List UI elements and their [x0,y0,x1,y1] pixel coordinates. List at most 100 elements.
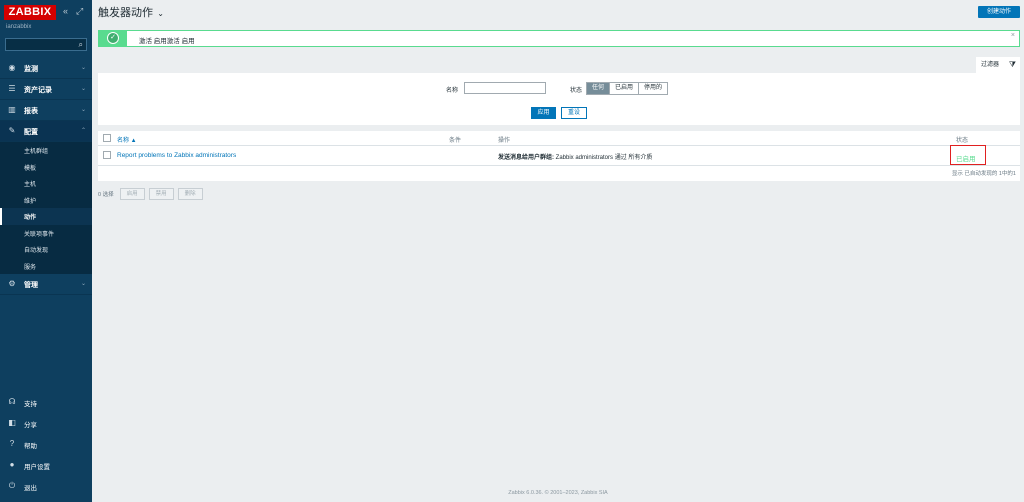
gear-icon: ⚙ [8,279,16,288]
operations-rest: Zabbix administrators 通过 所有介质 [554,155,653,161]
create-action-button[interactable]: 创建动作 [978,6,1020,18]
menu-item-label: 配置 [24,129,38,136]
check-icon: ✓ [107,32,119,44]
menu-item-label: 分享 [24,422,37,429]
bottom-menu: ☊ 支持 ◧ 分享 ? 帮助 ● 用户设置 ⏻ 退出 [0,392,92,497]
chevron-down-icon: ⌄ [80,281,86,287]
main-content: 触发器动作 ⌄ 创建动作 ✓ 激活 启用激活 启用 × 过滤器 ⧩ 名称 状态 … [92,0,1024,502]
configuration-submenu: 主机群组 模板 主机 维护 动作 关联项事件 自动发现 服务 [0,142,92,274]
column-header-name[interactable]: 名称 ▲ [117,135,137,144]
chart-icon: ▥ [8,105,16,114]
zabbix-logo[interactable]: ZABBIX [4,5,56,20]
submenu-label: 动作 [24,215,37,221]
menu-item-inventory[interactable]: ☰ 资产记录 ⌄ [0,79,92,100]
menu-item-configuration[interactable]: ✎ 配置 ⌃ [0,121,92,142]
list-icon: ☰ [8,84,16,93]
help-icon: ? [9,439,15,448]
submenu-item-discovery[interactable]: 自动发现 [0,241,92,258]
close-icon[interactable]: × [1011,32,1015,39]
wrench-icon: ✎ [8,126,16,135]
submenu-item-maintenance[interactable]: 维护 [0,192,92,209]
row-checkbox[interactable] [103,151,111,159]
submenu-item-hosts[interactable]: 主机 [0,175,92,192]
chevron-down-icon[interactable]: ⌄ [155,9,164,18]
filter-tab[interactable]: 过滤器 ⧩ [976,57,1020,73]
page-title[interactable]: 触发器动作 ⌄ [98,4,164,20]
logo-row: ZABBIX « ⤢ [0,0,92,22]
submenu-label: 服务 [24,264,37,271]
menu-item-label: 监测 [24,66,38,73]
menu-item-label: 用户设置 [24,464,50,471]
headset-icon: ☊ [8,397,16,406]
menu-item-label: 帮助 [24,443,37,450]
chevron-down-icon: ⌄ [80,65,86,71]
displayed-count: 显示 已自动发现的 1中的1 [951,171,1016,177]
sidebar-search-input[interactable]: ⌕ [5,38,87,51]
menu-item-administration[interactable]: ⚙ 管理 ⌄ [0,274,92,295]
menu-item-monitoring[interactable]: ◉ 监测 ⌄ [0,58,92,79]
footer: Zabbix 6.0.36. © 2001–2023, Zabbix SIA [508,490,608,496]
filter-name-input[interactable] [464,82,546,94]
status-option-disabled[interactable]: 停用的 [639,83,668,94]
action-operations: 发送消息给用户群组: Zabbix administrators 通过 所有介质 [498,152,652,161]
menu-item-share[interactable]: ◧ 分享 [0,413,92,434]
mass-enable-button[interactable]: 启用 [119,188,145,200]
message-icon-box: ✓ [99,31,127,46]
chevron-down-icon: ⌄ [80,107,86,113]
filter-tab-label: 过滤器 [981,62,1000,68]
server-name: ianzabbix [6,24,32,30]
menu-item-reports[interactable]: ▥ 报表 ⌄ [0,100,92,121]
filter-status-label: 状态 [570,88,583,94]
collapse-sidebar-icon[interactable]: « [63,6,68,16]
menu-item-support[interactable]: ☊ 支持 [0,392,92,413]
submenu-item-event-correlation[interactable]: 关联项事件 [0,225,92,242]
search-icon[interactable]: ⌕ [79,40,83,50]
status-segmented-control: 任何 已启用 停用的 [586,82,669,95]
menu-item-help[interactable]: ? 帮助 [0,434,92,455]
chevron-down-icon: ⌄ [80,86,86,92]
kiosk-mode-icon[interactable]: ⤢ [76,6,83,17]
status-option-any[interactable]: 任何 [587,83,611,94]
header-divider [98,145,1020,146]
sidebar: ZABBIX « ⤢ ianzabbix ⌕ ◉ 监测 ⌄ ☰ 资产记录 ⌄ ▥… [0,0,92,502]
filter-name-label: 名称 [446,88,459,94]
actions-table: 名称 ▲ 条件 操作 状态 Report problems to Zabbix … [98,131,1020,181]
eye-icon: ◉ [8,63,16,72]
menu-item-user-settings[interactable]: ● 用户设置 [0,455,92,476]
share-icon: ◧ [8,418,16,427]
apply-button[interactable]: 应用 [531,107,556,119]
column-header-operations: 操作 [498,138,511,144]
status-option-enabled[interactable]: 已启用 [610,83,640,94]
mass-actions: 0 选择 启用 禁用 删除 [98,188,207,200]
action-name-link[interactable]: Report problems to Zabbix administrators [117,152,236,159]
mass-delete-button[interactable]: 删除 [177,188,203,200]
selected-count: 0 选择 [98,192,114,198]
menu-item-sign-out[interactable]: ⏻ 退出 [0,476,92,497]
reset-button[interactable]: 重设 [561,107,587,119]
page-title-text: 触发器动作 [98,7,153,19]
submenu-label: 自动发现 [24,248,49,254]
status-highlight-box [950,145,986,165]
menu-item-label: 管理 [24,282,38,289]
success-message: ✓ 激活 启用激活 启用 × [98,30,1020,47]
menu-item-label: 资产记录 [24,87,52,94]
chevron-up-icon: ⌃ [80,128,86,134]
filter-icon: ⧩ [1008,60,1016,69]
column-header-status: 状态 [956,138,969,144]
power-icon: ⏻ [8,481,16,490]
select-all-checkbox[interactable] [103,134,111,142]
submenu-label: 模板 [24,165,37,172]
row-divider [98,165,1020,166]
submenu-item-services[interactable]: 服务 [0,258,92,275]
mass-disable-button[interactable]: 禁用 [148,188,174,200]
menu-item-label: 报表 [24,108,38,115]
submenu-item-actions[interactable]: 动作 [0,208,92,225]
user-icon: ● [9,460,15,469]
menu-item-label: 退出 [24,485,37,492]
submenu-label: 维护 [24,198,37,205]
submenu-label: 关联项事件 [24,231,55,238]
operations-bold: 发送消息给用户群组: [498,155,554,161]
submenu-item-host-groups[interactable]: 主机群组 [0,142,92,159]
submenu-item-templates[interactable]: 模板 [0,159,92,176]
menu-item-label: 支持 [24,401,37,408]
